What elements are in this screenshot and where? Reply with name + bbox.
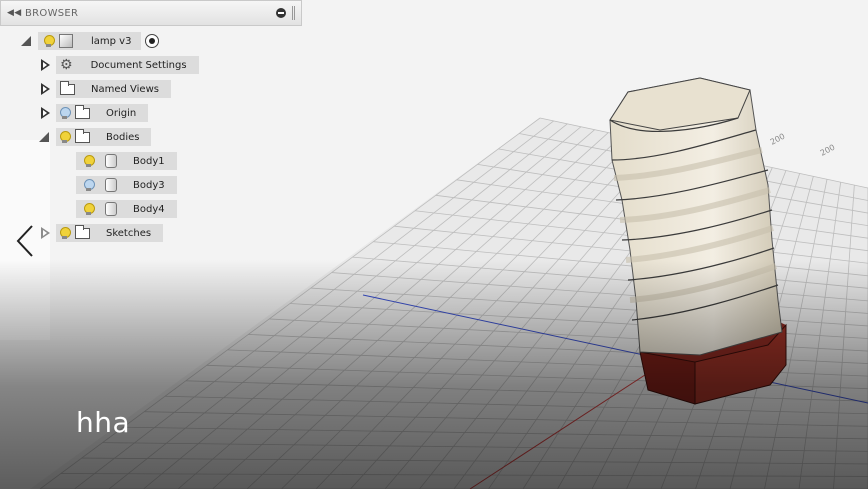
back-chevron-icon[interactable]: [14, 224, 38, 258]
node-label: Origin: [106, 107, 137, 119]
node-bodies[interactable]: Bodies: [56, 128, 152, 146]
tree-row-origin[interactable]: Origin: [38, 104, 149, 122]
component-icon: [59, 34, 73, 48]
tree-row-component[interactable]: lamp v3: [20, 32, 160, 50]
tree-row-body3[interactable]: Body3: [72, 176, 177, 194]
node-document-settings[interactable]: ⚙ Document Settings: [56, 56, 199, 74]
expand-arrow-icon[interactable]: [38, 82, 52, 96]
tree-row-bodies[interactable]: Bodies: [38, 128, 152, 146]
tree-row-body4[interactable]: Body4: [72, 200, 177, 218]
tree-row-body1[interactable]: Body1: [72, 152, 177, 170]
browser-header[interactable]: ◀◀ BROWSER: [0, 0, 302, 26]
node-label: Bodies: [106, 131, 140, 143]
node-label: Document Settings: [90, 59, 187, 71]
node-body3[interactable]: Body3: [76, 176, 177, 194]
node-label: Body1: [133, 155, 165, 167]
node-label: Named Views: [91, 83, 159, 95]
node-body4[interactable]: Body4: [76, 200, 177, 218]
caption-text: hha: [76, 406, 131, 439]
folder-icon: [75, 224, 90, 239]
activate-target-icon[interactable]: [145, 34, 160, 48]
tree-row-named-views[interactable]: Named Views: [38, 80, 171, 98]
expand-arrow-icon[interactable]: [38, 58, 52, 72]
lightbulb-icon[interactable]: [60, 226, 71, 240]
lightbulb-off-icon[interactable]: [60, 106, 71, 120]
node-label: Body4: [133, 203, 165, 215]
body-icon: [105, 154, 117, 168]
node-label: Body3: [133, 179, 165, 191]
folder-icon: [60, 80, 75, 95]
minus-circle-icon[interactable]: [276, 8, 286, 18]
folder-icon: [75, 128, 90, 143]
lightbulb-icon[interactable]: [84, 202, 95, 216]
browser-title: BROWSER: [25, 7, 79, 19]
lightbulb-icon[interactable]: [44, 34, 55, 48]
component-node[interactable]: lamp v3: [38, 32, 142, 50]
tree-row-sketches[interactable]: Sketches: [38, 224, 164, 242]
node-named-views[interactable]: Named Views: [56, 80, 171, 98]
folder-icon: [75, 104, 90, 119]
node-body1[interactable]: Body1: [76, 152, 177, 170]
node-label: Sketches: [106, 227, 152, 239]
node-origin[interactable]: Origin: [56, 104, 149, 122]
expand-arrow-icon[interactable]: [20, 34, 34, 48]
expand-arrow-icon[interactable]: [38, 226, 52, 240]
lightbulb-icon[interactable]: [84, 154, 95, 168]
panel-grip-icon[interactable]: [292, 6, 295, 20]
tree-row-document-settings[interactable]: ⚙ Document Settings: [38, 56, 199, 74]
body-icon: [105, 178, 117, 192]
expand-arrow-icon[interactable]: [38, 106, 52, 120]
component-label: lamp v3: [91, 35, 132, 47]
lightbulb-icon[interactable]: [60, 130, 71, 144]
collapse-arrows-icon[interactable]: ◀◀: [7, 8, 25, 18]
gear-icon: ⚙: [60, 57, 73, 73]
lightbulb-off-icon[interactable]: [84, 178, 95, 192]
node-sketches[interactable]: Sketches: [56, 224, 164, 242]
expand-arrow-icon[interactable]: [38, 130, 52, 144]
body-icon: [105, 202, 117, 216]
